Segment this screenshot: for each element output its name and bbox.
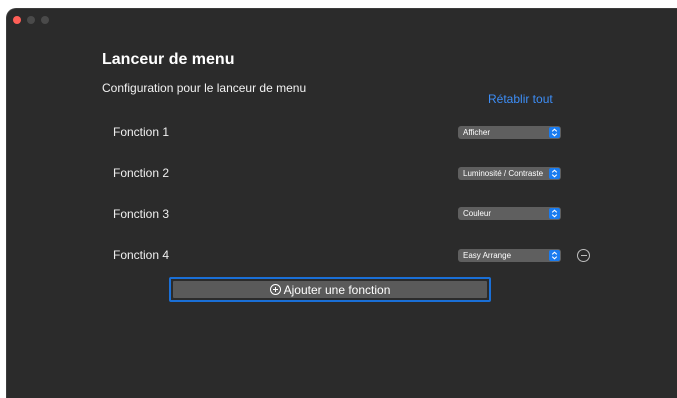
function-3-label: Fonction 3	[113, 207, 170, 221]
minus-circle-icon[interactable]	[577, 249, 590, 262]
function-2-label: Fonction 2	[113, 166, 170, 180]
function-1-label: Fonction 1	[113, 125, 170, 139]
function-1-value: Afficher	[463, 128, 490, 137]
function-4-label: Fonction 4	[113, 248, 170, 262]
zoom-window-button[interactable]	[41, 16, 49, 24]
function-3-select[interactable]: Couleur	[458, 207, 561, 220]
function-1-select[interactable]: Afficher	[458, 126, 561, 139]
function-2-select[interactable]: Luminosité / Contraste	[458, 167, 561, 180]
function-4-value: Easy Arrange	[463, 251, 512, 260]
reset-all-link[interactable]: Rétablir tout	[488, 92, 553, 106]
chevron-updown-icon	[549, 168, 560, 179]
add-function-label: Ajouter une fonction	[283, 282, 391, 297]
minimize-window-button[interactable]	[27, 16, 35, 24]
function-3-value: Couleur	[463, 209, 492, 218]
add-function-focus-ring: Ajouter une fonction	[169, 277, 491, 302]
chevron-updown-icon	[549, 208, 560, 219]
chevron-updown-icon	[549, 250, 560, 261]
chevron-updown-icon	[549, 127, 560, 138]
window-controls	[13, 16, 49, 24]
function-2-value: Luminosité / Contraste	[463, 169, 544, 178]
page-subtitle: Configuration pour le lanceur de menu	[102, 81, 307, 95]
plus-circle-icon	[269, 284, 281, 295]
function-4-select[interactable]: Easy Arrange	[458, 249, 561, 262]
page-title: Lanceur de menu	[102, 51, 235, 68]
close-window-button[interactable]	[13, 16, 21, 24]
add-function-button[interactable]: Ajouter une fonction	[173, 281, 487, 298]
